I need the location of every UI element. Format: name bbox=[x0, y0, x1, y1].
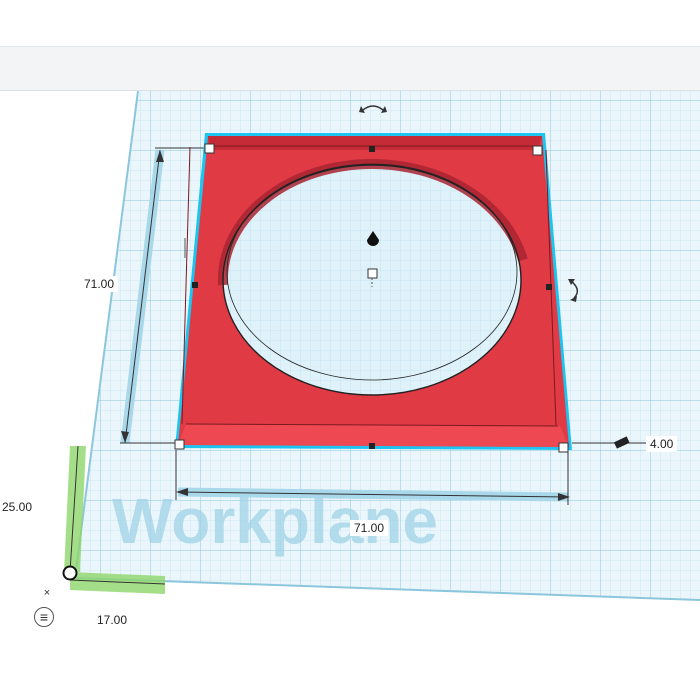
menu-icon: ≡ bbox=[39, 609, 49, 625]
toolbar bbox=[0, 47, 700, 91]
selected-shape[interactable] bbox=[175, 133, 572, 450]
origin-x-label[interactable]: 17.00 bbox=[93, 612, 132, 628]
workplane-viewport[interactable]: Workplane bbox=[0, 91, 700, 655]
height-dimension-label[interactable]: 71.00 bbox=[80, 276, 119, 292]
elevation-dimension-label[interactable]: 4.00 bbox=[646, 436, 678, 452]
origin-marker-icon[interactable] bbox=[62, 565, 78, 581]
close-ruler-button[interactable]: × bbox=[38, 584, 56, 602]
close-icon: × bbox=[43, 587, 51, 599]
width-dimension-label[interactable]: 71.00 bbox=[350, 520, 389, 536]
bottom-strip bbox=[0, 655, 700, 700]
ruler-menu-button[interactable]: ≡ bbox=[34, 607, 54, 627]
top-bar bbox=[0, 0, 700, 47]
origin-y-label[interactable]: 25.00 bbox=[0, 499, 37, 515]
